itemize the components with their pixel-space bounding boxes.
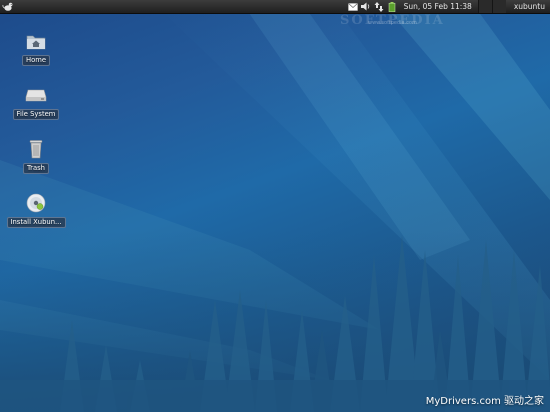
trash-icon	[25, 138, 47, 160]
desktop-icon-home[interactable]: Home	[4, 30, 68, 66]
workspace-1[interactable]	[477, 0, 492, 13]
desktop-icon-trash[interactable]: Trash	[4, 138, 68, 174]
panel-clock[interactable]: Sun, 05 Feb 11:38	[404, 0, 472, 13]
applications-menu-button[interactable]	[2, 1, 14, 12]
desktop: SOFTPEDIA www.softpedia.com Sun, 05 Feb …	[0, 0, 550, 412]
file-system-icon	[25, 84, 47, 106]
desktop-icon-label: Install Xubun...	[6, 217, 66, 228]
workspace-2[interactable]	[491, 0, 506, 13]
desktop-icon-label: Home	[21, 55, 51, 66]
volume-icon[interactable]	[360, 2, 371, 12]
softpedia-watermark-url: www.softpedia.com	[368, 20, 417, 26]
top-panel: Sun, 05 Feb 11:38 xubuntu	[0, 0, 550, 14]
desktop-icon-install[interactable]: Install Xubun...	[4, 192, 68, 228]
desktop-icon-label: File System	[12, 109, 60, 120]
battery-icon[interactable]	[387, 1, 397, 12]
workspace-switcher[interactable]	[477, 0, 506, 13]
wallpaper	[0, 0, 550, 412]
network-icon[interactable]	[374, 1, 384, 12]
desktop-icon-file-system[interactable]: File System	[4, 84, 68, 120]
desktop-icon-label: Trash	[23, 163, 49, 174]
mail-icon[interactable]	[347, 2, 358, 12]
xfce-mouse-icon	[2, 2, 13, 11]
mydrivers-credit: MyDrivers.com 驱动之家	[425, 396, 544, 407]
user-menu[interactable]: xubuntu	[506, 0, 550, 13]
install-disc-icon	[25, 192, 47, 214]
system-tray: Sun, 05 Feb 11:38 xubuntu	[347, 0, 550, 13]
home-folder-icon	[25, 30, 47, 52]
